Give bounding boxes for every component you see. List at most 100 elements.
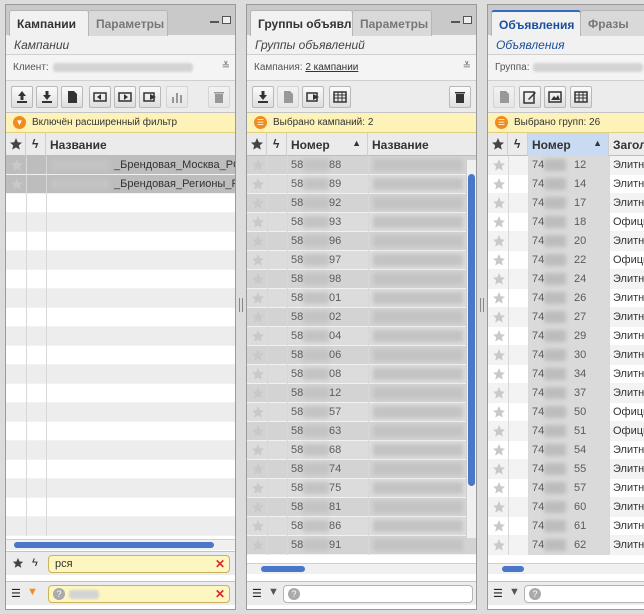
upload-button[interactable] — [11, 86, 33, 108]
table-row[interactable]: 58 68 — [247, 441, 476, 460]
table-row[interactable] — [6, 194, 235, 213]
download-button[interactable] — [252, 86, 274, 108]
star-column-header[interactable] — [488, 133, 508, 156]
column-number[interactable]: Номер ▲ — [287, 133, 368, 156]
star-icon[interactable] — [251, 481, 265, 495]
table-row[interactable]: 58 04 — [247, 327, 476, 346]
star-icon[interactable] — [492, 500, 506, 514]
lightning-column-header[interactable]: ϟ — [508, 133, 528, 156]
table-row[interactable] — [6, 213, 235, 232]
star-column-header[interactable] — [247, 133, 267, 156]
column-title[interactable]: Загол — [609, 133, 644, 156]
table-row[interactable] — [6, 517, 235, 536]
table-row[interactable]: 58 86 — [247, 517, 476, 536]
table-row[interactable] — [6, 327, 235, 346]
star-icon[interactable] — [251, 500, 265, 514]
minimize-icon[interactable] — [210, 16, 219, 23]
table-row[interactable] — [6, 251, 235, 270]
table-row[interactable] — [6, 384, 235, 403]
ad-search-input[interactable]: ? — [524, 585, 644, 603]
table-row[interactable]: _Брендовая_Москва_РС — [6, 156, 235, 175]
table-row[interactable]: 58 93 — [247, 213, 476, 232]
table-row[interactable]: 58 98 — [247, 270, 476, 289]
clear-icon[interactable]: ✕ — [215, 557, 225, 571]
column-name[interactable]: Название — [46, 133, 235, 156]
table-button[interactable] — [570, 86, 592, 108]
table-row[interactable]: 74 55 Элитн — [488, 460, 644, 479]
star-icon[interactable] — [492, 158, 506, 172]
tab-campaigns[interactable]: Кампании — [9, 10, 89, 36]
stats-chart-button[interactable] — [166, 86, 188, 108]
star-icon[interactable] — [251, 234, 265, 248]
list-icon[interactable]: ☰ — [252, 587, 262, 600]
star-icon[interactable] — [251, 253, 265, 267]
table-row[interactable]: 58 75 — [247, 479, 476, 498]
star-icon[interactable] — [251, 291, 265, 305]
star-icon[interactable] — [251, 177, 265, 191]
scrollbar-thumb[interactable] — [502, 566, 524, 572]
table-row[interactable]: 58 74 — [247, 460, 476, 479]
table-row[interactable]: 74 18 Офици — [488, 213, 644, 232]
tab-phrases[interactable]: Фразы — [580, 10, 644, 36]
table-row[interactable]: 58 57 — [247, 403, 476, 422]
table-row[interactable]: 74 12 Элитн — [488, 156, 644, 175]
tab-ad-groups[interactable]: Группы объявл... — [250, 10, 353, 36]
table-row[interactable]: 74 60 Элитн — [488, 498, 644, 517]
client-filter[interactable]: Клиент: ≚ — [6, 55, 235, 81]
table-row[interactable]: 58 06 — [247, 346, 476, 365]
campaign-filter[interactable]: Кампания: 2 кампании ≚ — [247, 55, 476, 81]
splitter-grip[interactable] — [480, 298, 484, 312]
star-icon[interactable] — [492, 443, 506, 457]
splitter-grip[interactable] — [239, 298, 243, 312]
star-icon[interactable] — [251, 329, 265, 343]
table-row[interactable] — [6, 441, 235, 460]
star-column-header[interactable] — [6, 133, 26, 156]
new-document-button[interactable] — [493, 86, 515, 108]
table-row[interactable] — [6, 460, 235, 479]
star-icon[interactable] — [492, 424, 506, 438]
star-icon[interactable] — [251, 386, 265, 400]
tab-campaign-params[interactable]: Параметры — [88, 10, 168, 36]
play-button[interactable] — [302, 86, 324, 108]
star-icon[interactable] — [251, 519, 265, 533]
table-row[interactable] — [6, 422, 235, 441]
table-row[interactable]: 58 89 — [247, 175, 476, 194]
star-icon[interactable] — [251, 538, 265, 552]
star-icon[interactable] — [492, 215, 506, 229]
table-row[interactable]: 74 50 Офици — [488, 403, 644, 422]
table-row[interactable]: 74 30 Элитн — [488, 346, 644, 365]
table-row[interactable] — [6, 308, 235, 327]
table-row[interactable]: 74 57 Элитн — [488, 479, 644, 498]
table-row[interactable]: 58 02 — [247, 308, 476, 327]
table-row[interactable]: 74 20 Элитн — [488, 232, 644, 251]
star-icon[interactable] — [251, 196, 265, 210]
table-row[interactable]: 58 92 — [247, 194, 476, 213]
star-icon[interactable] — [492, 481, 506, 495]
new-document-button[interactable] — [61, 86, 83, 108]
table-row[interactable]: 58 97 — [247, 251, 476, 270]
clear-icon[interactable]: ✕ — [215, 587, 225, 601]
star-icon[interactable] — [492, 386, 506, 400]
star-icon[interactable] — [492, 177, 506, 191]
star-icon[interactable] — [10, 158, 24, 172]
list-icon[interactable]: ☰ — [11, 587, 21, 600]
list-icon[interactable]: ☰ — [493, 587, 503, 600]
maximize-icon[interactable] — [463, 16, 472, 24]
column-number[interactable]: Номер ▲ — [528, 133, 609, 156]
collapse-chevron-icon[interactable]: ≚ — [463, 61, 471, 72]
image-button[interactable] — [544, 86, 566, 108]
star-icon[interactable] — [251, 215, 265, 229]
star-icon[interactable] — [492, 538, 506, 552]
campaign-search-input[interactable]: рся ✕ — [48, 555, 230, 573]
table-row[interactable]: 58 12 — [247, 384, 476, 403]
table-row[interactable]: 74 37 Элитн — [488, 384, 644, 403]
table-row[interactable] — [6, 346, 235, 365]
star-icon[interactable] — [492, 196, 506, 210]
star-icon[interactable] — [251, 310, 265, 324]
table-row[interactable]: 74 51 Офици — [488, 422, 644, 441]
horizontal-scrollbar[interactable] — [488, 563, 644, 574]
table-row[interactable]: 58 01 — [247, 289, 476, 308]
table-row[interactable]: _Брендовая_Регионы_Р — [6, 175, 235, 194]
minimize-icon[interactable] — [451, 16, 460, 23]
table-row[interactable]: 74 17 Элитн — [488, 194, 644, 213]
